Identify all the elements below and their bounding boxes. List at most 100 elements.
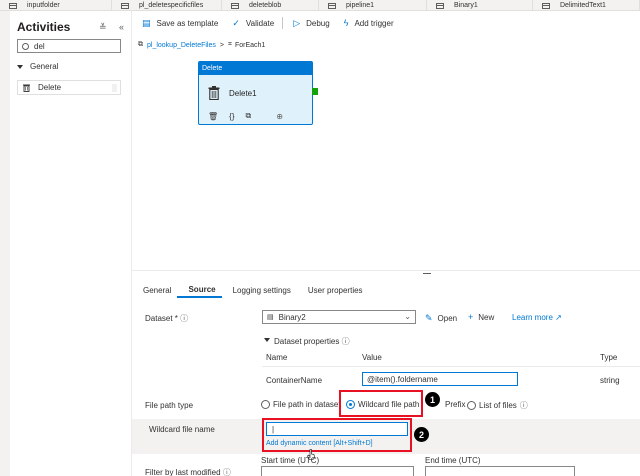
new-dataset-button[interactable]: + New bbox=[468, 312, 494, 322]
node-body: Delete1 bbox=[199, 75, 312, 100]
checkmark-icon: ✓ bbox=[232, 17, 240, 28]
add-output-icon[interactable]: ⊕ bbox=[276, 112, 283, 121]
debug-button[interactable]: ▷ Debug bbox=[293, 18, 330, 29]
search-icon bbox=[22, 42, 29, 50]
radio-list-of-files[interactable]: List of files ⓘ bbox=[467, 400, 528, 411]
dataset-properties-label: Dataset properties ⓘ bbox=[274, 337, 350, 346]
delete-node-icon[interactable]: 🗑︎ bbox=[208, 112, 218, 121]
save-as-template-button[interactable]: ▤ Save as template bbox=[142, 18, 218, 29]
pipeline-icon bbox=[121, 2, 129, 9]
node-header: Delete bbox=[199, 62, 312, 75]
breadcrumb-pipeline-link[interactable]: pl_lookup_DeleteFiles bbox=[147, 42, 216, 49]
pane-splitter[interactable] bbox=[132, 270, 640, 271]
radio-circle bbox=[467, 401, 476, 410]
breadcrumb: ⧉ pl_lookup_DeleteFiles > ⌗ ForEach1 bbox=[138, 41, 265, 49]
open-dataset-button[interactable]: ✎ Open bbox=[425, 313, 457, 324]
table-icon bbox=[9, 2, 17, 9]
end-time-label: End time (UTC) bbox=[425, 456, 481, 465]
properties-tabs: General Source Logging settings User pro… bbox=[132, 282, 369, 300]
code-braces-icon[interactable]: {} bbox=[229, 112, 234, 121]
wildcard-file-name-label: Wildcard file name bbox=[149, 425, 215, 434]
table-icon bbox=[542, 2, 550, 9]
info-icon: ⓘ bbox=[341, 337, 350, 346]
dataset-dropdown[interactable]: ▤ Binary2 ⌄ bbox=[262, 310, 416, 324]
tab-delimitedtext1[interactable]: DelimitedText1 bbox=[533, 0, 640, 10]
pipeline-icon bbox=[231, 2, 239, 9]
column-header-type: Type bbox=[600, 353, 618, 362]
info-icon: ⓘ bbox=[180, 314, 189, 323]
trash-icon bbox=[208, 86, 220, 100]
search-value: del bbox=[34, 41, 45, 51]
start-time-input[interactable] bbox=[261, 466, 414, 476]
param-name: ContainerName bbox=[266, 376, 323, 385]
trash-icon bbox=[23, 84, 30, 92]
breadcrumb-separator: > bbox=[219, 41, 224, 49]
tab-pipeline1[interactable]: pipeline1 bbox=[319, 0, 427, 10]
info-icon: ⓘ bbox=[222, 468, 231, 476]
radio-file-path-in-dataset[interactable]: File path in dataset bbox=[261, 400, 341, 409]
panel-divider bbox=[131, 11, 132, 476]
node-action-bar: 🗑︎ {} ⧉ ⊕ bbox=[208, 111, 294, 121]
tab-general[interactable]: General bbox=[132, 282, 177, 298]
callout-badge-2: 2 bbox=[414, 427, 429, 442]
tab-user-properties[interactable]: User properties bbox=[297, 282, 369, 298]
breadcrumb-foreach[interactable]: ForEach1 bbox=[235, 42, 265, 49]
chevron-down-icon bbox=[17, 64, 23, 69]
canvas-toolbar: ▤ Save as template ✓ Validate ▷ Debug ϟ Add … bbox=[132, 14, 398, 32]
tab-logging-settings[interactable]: Logging settings bbox=[222, 282, 297, 298]
general-group-label: General bbox=[30, 62, 59, 71]
toolbar-separator bbox=[282, 17, 284, 29]
dataset-icon: ▤ bbox=[267, 314, 274, 321]
template-icon: ▤ bbox=[142, 17, 151, 28]
node-name: Delete1 bbox=[229, 88, 257, 98]
drag-handle-icon[interactable] bbox=[112, 84, 117, 92]
param-type: string bbox=[600, 376, 620, 385]
dataset-label: Dataset * ⓘ bbox=[145, 314, 189, 323]
document-tab-strip: inputfolder pl_deletespecificfiles delet… bbox=[0, 0, 640, 11]
filter-last-modified-label: Filter by last modified ⓘ bbox=[145, 468, 231, 476]
highlight-wildcard-option bbox=[339, 390, 423, 417]
delete-activity-node[interactable]: Delete Delete1 🗑︎ {} ⧉ ⊕ bbox=[198, 61, 313, 125]
activity-item-label: Delete bbox=[38, 83, 62, 92]
chevron-down-icon[interactable] bbox=[264, 338, 270, 342]
dataset-selected-value: Binary2 bbox=[278, 312, 306, 322]
pencil-icon: ✎ bbox=[425, 313, 433, 323]
tab-binary1[interactable]: Binary1 bbox=[427, 0, 533, 10]
callout-badge-1: 1 bbox=[425, 392, 440, 407]
column-header-value: Value bbox=[362, 353, 382, 362]
column-header-name: Name bbox=[266, 353, 288, 362]
collapse-controls[interactable]: ≚ « bbox=[99, 22, 129, 33]
table-divider bbox=[262, 366, 640, 367]
activities-search-input[interactable]: del bbox=[17, 39, 121, 53]
pipeline-icon: ⧉ bbox=[138, 41, 143, 48]
tab-inputfolder[interactable]: inputfolder bbox=[0, 0, 112, 10]
chevron-down-icon: ⌄ bbox=[404, 312, 411, 321]
file-path-type-label: File path type bbox=[145, 401, 194, 410]
general-group-toggle[interactable]: General bbox=[17, 62, 58, 71]
splitter-handle-icon[interactable] bbox=[423, 273, 431, 274]
activity-item-delete[interactable]: Delete bbox=[17, 80, 121, 95]
foreach-icon: ⌗ bbox=[227, 41, 232, 48]
learn-more-link[interactable]: Learn more ↗ bbox=[512, 313, 562, 322]
success-output-port[interactable] bbox=[312, 88, 318, 95]
tab-pl-deletespecificfiles[interactable]: pl_deletespecificfiles bbox=[112, 0, 222, 10]
left-nav-rail bbox=[0, 11, 10, 476]
param-value-input[interactable]: @item().foldername bbox=[362, 372, 518, 386]
table-icon bbox=[436, 2, 444, 9]
lightning-icon: ϟ bbox=[343, 18, 349, 28]
highlight-wildcard-input bbox=[262, 418, 412, 452]
play-icon: ▷ bbox=[293, 17, 301, 28]
tab-deleteblob[interactable]: deleteblob bbox=[222, 0, 319, 10]
radio-circle bbox=[261, 400, 270, 409]
copy-icon[interactable]: ⧉ bbox=[246, 111, 252, 121]
external-link-icon: ↗ bbox=[555, 313, 562, 322]
info-icon: ⓘ bbox=[519, 401, 528, 410]
plus-icon: + bbox=[468, 312, 474, 322]
end-time-input[interactable] bbox=[425, 466, 575, 476]
tab-source[interactable]: Source bbox=[177, 282, 222, 298]
start-time-label: Start time (UTC) bbox=[261, 456, 320, 465]
pipeline-icon bbox=[328, 2, 336, 9]
validate-button[interactable]: ✓ Validate bbox=[232, 18, 274, 29]
activities-title: Activities bbox=[17, 20, 71, 34]
add-trigger-button[interactable]: ϟ Add trigger bbox=[344, 18, 394, 28]
